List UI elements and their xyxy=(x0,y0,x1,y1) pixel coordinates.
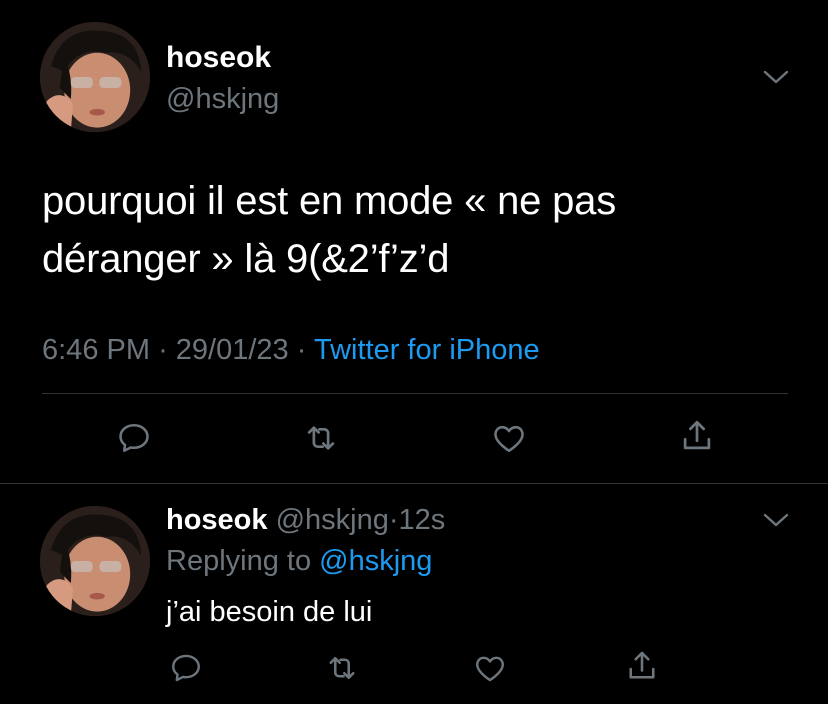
share-icon xyxy=(683,420,711,450)
replying-prefix: Replying to xyxy=(166,545,312,577)
reply-button[interactable] xyxy=(166,648,206,688)
tweet-source-link[interactable]: Twitter for iPhone xyxy=(314,334,540,366)
avatar[interactable] xyxy=(40,22,150,132)
author-handle[interactable]: @hskjng xyxy=(276,504,389,536)
heart-icon xyxy=(476,656,504,682)
reply-header: hoseok @hskjng·12s xyxy=(166,502,445,538)
avatar[interactable] xyxy=(40,506,150,616)
reply-text: j’ai besoin de lui xyxy=(166,596,373,628)
divider xyxy=(0,483,828,484)
like-button[interactable] xyxy=(489,418,529,458)
avatar-image xyxy=(40,506,150,616)
retweet-icon xyxy=(307,426,335,450)
share-button[interactable] xyxy=(622,646,662,686)
author-handle[interactable]: @hskjng xyxy=(166,81,279,117)
heart-icon xyxy=(494,425,524,453)
tweet-date[interactable]: 29/01/23 xyxy=(176,334,289,366)
retweet-button[interactable] xyxy=(301,418,341,458)
share-button[interactable] xyxy=(677,416,717,456)
author-name[interactable]: hoseok xyxy=(166,504,268,536)
comment-icon xyxy=(172,654,200,682)
meta-separator: · xyxy=(158,334,168,366)
avatar-image xyxy=(40,22,150,132)
tweet-text: pourquoi il est en mode « ne pas dérange… xyxy=(42,172,782,288)
meta-separator: · xyxy=(388,504,399,536)
author-name[interactable]: hoseok xyxy=(166,40,271,76)
tweet-meta: 6:46 PM · 29/01/23 · Twitter for iPhone xyxy=(42,332,540,368)
like-button[interactable] xyxy=(470,648,510,688)
chevron-down-icon[interactable] xyxy=(762,511,790,534)
replying-to: Replying to @hskjng xyxy=(166,543,432,579)
comment-icon xyxy=(119,423,149,453)
tweet-text-line: pourquoi il est en mode « ne pas xyxy=(42,179,616,223)
share-icon xyxy=(629,651,655,679)
mention-link[interactable]: @hskjng xyxy=(319,545,432,577)
divider xyxy=(42,393,788,394)
meta-separator: · xyxy=(296,334,307,366)
tweet-text-line: déranger » là 9(&2’f’z’d xyxy=(42,237,450,281)
retweet-icon xyxy=(329,656,355,680)
chevron-down-icon[interactable] xyxy=(762,68,790,91)
reply-button[interactable] xyxy=(114,418,154,458)
tweet-time[interactable]: 6:46 PM xyxy=(42,334,150,366)
tweet-age[interactable]: 12s xyxy=(399,504,446,536)
retweet-button[interactable] xyxy=(322,648,362,688)
